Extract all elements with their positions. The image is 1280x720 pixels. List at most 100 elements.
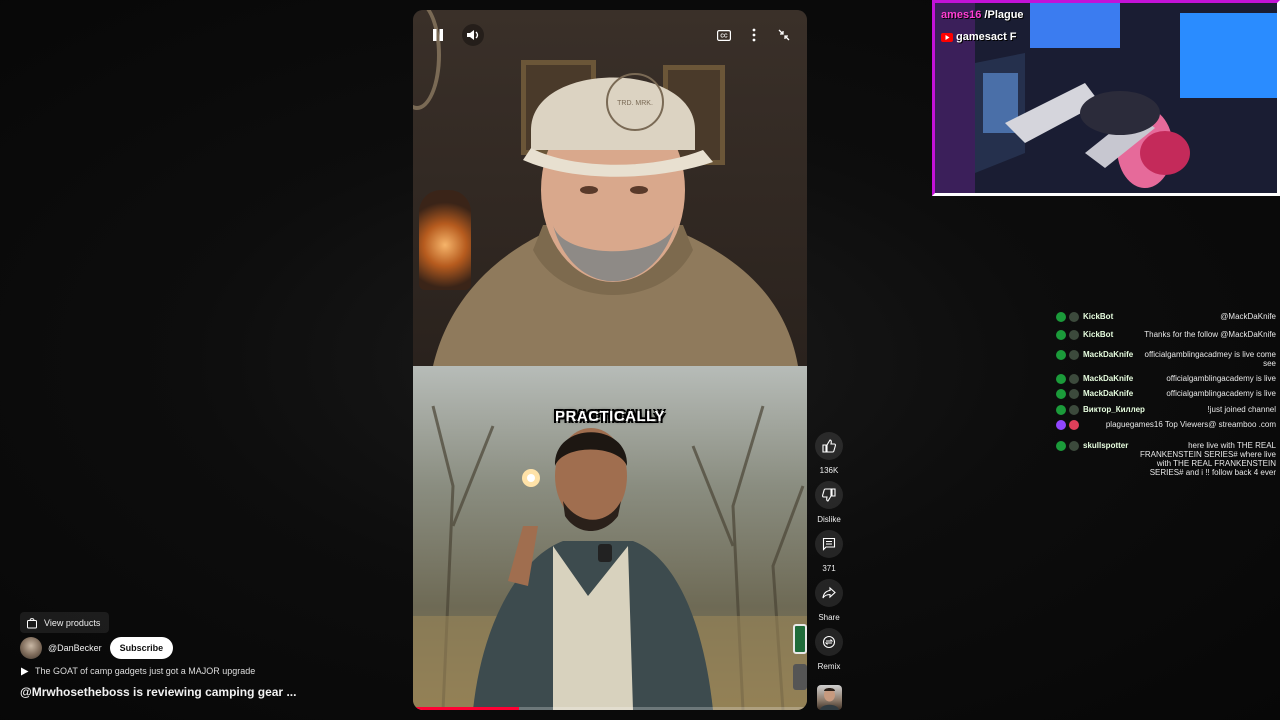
chat-message: Виктор_Киллер !just joined channel [1056, 405, 1276, 415]
chat-username: MackDaKnife [1083, 389, 1134, 398]
user-badge-icon [1069, 405, 1079, 415]
chat-text: officialgamblingacademy is live [1166, 374, 1276, 383]
user-badge-icon [1069, 420, 1079, 430]
user-badge-icon [1069, 374, 1079, 384]
share-label: Share [818, 613, 840, 622]
share-icon [822, 586, 836, 599]
kick-icon [1056, 374, 1066, 384]
avatar-image [820, 688, 839, 710]
chat-message: skullspotter here live with THE REAL FRAN… [1056, 441, 1276, 477]
chat-badges [1056, 330, 1079, 340]
host-person: TRD. MRK. [433, 73, 798, 366]
collapse-icon [778, 29, 790, 41]
chat-badges [1056, 374, 1079, 384]
chat-message: MackDaKnife officialgamblingacademy is li… [1056, 374, 1276, 384]
kick-icon [1056, 330, 1066, 340]
chat-message: MackDaKnife officialgamblingacademy is li… [1056, 389, 1276, 399]
view-products-label: View products [44, 617, 101, 628]
chat-message: KickBot Thanks for the follow @MackDaKnif… [1056, 330, 1276, 340]
video-progress-bar[interactable] [413, 707, 807, 710]
more-options-button[interactable] [743, 24, 765, 46]
chat-message: KickBot @MackDaKnife [1056, 312, 1276, 322]
overlay-channel-tag: ames16 /Plague [941, 9, 1024, 21]
chat-username: KickBot [1083, 330, 1114, 339]
overlay-youtube-handle: gamesact F [956, 31, 1017, 43]
comments-button[interactable]: 371 [815, 530, 843, 573]
video-description: The GOAT of camp gadgets just got a MAJO… [35, 666, 256, 676]
sound-avatar[interactable] [817, 685, 842, 710]
dislike-label: Dislike [817, 515, 841, 524]
twitch-icon [1056, 420, 1066, 430]
shorts-video-player[interactable]: TRD. MRK. PRACTICALLY CC [413, 10, 807, 710]
subscribe-button[interactable]: Subscribe [109, 637, 174, 659]
comment-icon [822, 537, 836, 551]
captions-button[interactable]: CC [713, 24, 735, 46]
chat-username: MackDaKnife [1083, 350, 1134, 359]
overlay-youtube-tag: gamesact F [941, 31, 1017, 43]
kick-icon [1056, 405, 1066, 415]
kick-icon [1056, 389, 1066, 399]
chat-text: !just joined channel [1207, 405, 1277, 414]
chat-username: KickBot [1083, 312, 1114, 321]
remix-label: Remix [817, 662, 841, 671]
dislike-button[interactable]: Dislike [815, 481, 843, 524]
captions-icon: CC [717, 29, 731, 41]
user-badge-icon [1069, 312, 1079, 322]
next-short-thumbnail[interactable] [793, 664, 807, 690]
share-button[interactable]: Share [815, 579, 843, 622]
video-bottom-frame: PRACTICALLY [413, 366, 807, 710]
video-caption: PRACTICALLY [555, 408, 665, 425]
view-products-button[interactable]: View products [20, 612, 110, 633]
chat-badges [1056, 350, 1079, 360]
svg-text:TRD. MRK.: TRD. MRK. [617, 100, 653, 107]
user-badge-icon [1069, 441, 1079, 451]
channel-handle[interactable]: @DanBecker [48, 643, 102, 653]
volume-icon [467, 30, 479, 40]
chat-badges [1056, 405, 1079, 415]
video-top-frame: TRD. MRK. [413, 10, 807, 366]
chat-username: skullspotter [1083, 441, 1129, 450]
chat-username: Виктор_Киллер [1083, 405, 1145, 414]
volume-button[interactable] [462, 24, 484, 46]
description-row[interactable]: The GOAT of camp gadgets just got a MAJO… [20, 666, 255, 676]
next-short-thumbnail[interactable] [793, 624, 807, 654]
kick-icon [1056, 350, 1066, 360]
chat-message: plaguegames16 Top Viewers@ streamboo .co… [1056, 420, 1276, 430]
svg-text:CC: CC [720, 33, 728, 39]
thumbs-up-icon [822, 439, 836, 453]
video-progress-fill [413, 707, 520, 710]
video-title[interactable]: @Mrwhosetheboss is reviewing camping gea… [20, 685, 296, 699]
kick-icon [1056, 441, 1066, 451]
chat-text: officialgamblingacademy is live [1166, 389, 1276, 398]
chat-text: @MackDaKnife [1220, 312, 1276, 321]
more-vert-icon [752, 28, 756, 42]
user-badge-icon [1069, 389, 1079, 399]
chat-badges [1056, 420, 1079, 430]
overlay-tag-rest: /Plague [981, 9, 1024, 21]
channel-row: @DanBecker Subscribe [20, 637, 174, 659]
like-count: 136K [819, 466, 839, 475]
pause-button[interactable] [427, 24, 449, 46]
chat-badges [1056, 389, 1079, 399]
chat-username: MackDaKnife [1083, 374, 1134, 383]
chat-text: plaguegames16 Top Viewers@ streamboo .co… [1105, 420, 1276, 429]
pause-icon [433, 29, 443, 41]
exit-fullscreen-button[interactable] [773, 24, 795, 46]
user-badge-icon [1069, 350, 1079, 360]
remix-button[interactable]: Remix [815, 628, 843, 671]
channel-avatar[interactable] [20, 637, 42, 659]
webcam-overlay: ames16 /Plague gamesact F [932, 0, 1280, 196]
youtube-icon [941, 32, 953, 42]
chat-badges [1056, 441, 1079, 451]
remix-icon [822, 635, 836, 649]
shopping-bag-icon [27, 617, 37, 628]
chat-message: MackDaKnife officialgamblingacadmey is li… [1056, 350, 1276, 368]
like-button[interactable]: 136K [815, 432, 843, 475]
chat-text: Thanks for the follow @MackDaKnife [1144, 330, 1276, 339]
play-icon [21, 667, 29, 675]
thumbs-down-icon [822, 488, 836, 502]
comments-count: 371 [822, 564, 836, 573]
chat-text: here live with THE REAL FRANKENSTEIN SER… [1139, 441, 1276, 477]
chat-text: officialgamblingacadmey is live come see [1144, 350, 1276, 368]
overlay-tag-kick: ames16 [941, 9, 982, 21]
